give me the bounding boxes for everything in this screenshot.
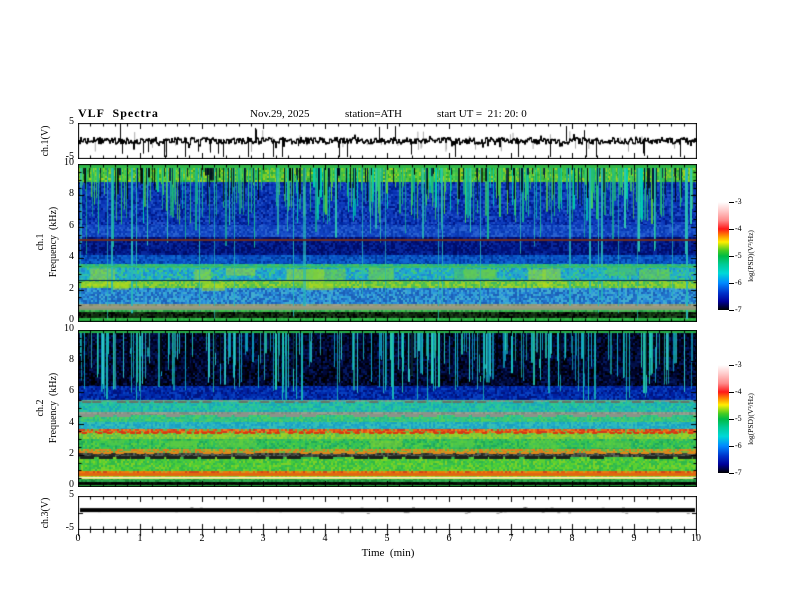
- colorbar-tick-label: -6: [735, 441, 742, 450]
- colorbar-tick: [729, 473, 734, 474]
- colorbar-tick-label: -4: [735, 387, 742, 396]
- colorbar-tick-label: -3: [735, 197, 742, 206]
- vlf-spectra-figure: VLF Spectra Nov.29, 2025 station=ATH sta…: [0, 0, 792, 612]
- colorbar-tick-label: -6: [735, 278, 742, 287]
- ch1-spec-tick-label: 4: [69, 251, 74, 262]
- ch1-spec-tick-label: 6: [69, 220, 74, 231]
- colorbar-tick-label: -4: [735, 224, 742, 233]
- ch2-spec-tick-label: 8: [69, 354, 74, 365]
- colorbar-ch1: [718, 202, 729, 310]
- ch1-waveform-panel: [78, 123, 697, 159]
- ch1-waveform-canvas: [78, 123, 697, 159]
- colorbar-tick-label: -5: [735, 251, 742, 260]
- ch3-wave-tick-label: 5: [69, 489, 74, 500]
- colorbar-ch2-unit: log(PSD)(V²/Hz): [746, 393, 755, 445]
- ch1-spectrogram-canvas: [78, 164, 697, 322]
- colorbar-tick: [729, 419, 734, 420]
- x-tick-label: 5: [384, 533, 390, 544]
- ch2-spectrogram-canvas: [78, 330, 697, 487]
- x-tick-label: 0: [75, 533, 81, 544]
- ch1-spectrogram-panel: [78, 164, 697, 322]
- ch1-spec-tick-label: 2: [69, 283, 74, 294]
- x-tick-label: 7: [508, 533, 514, 544]
- ch3-wave-tick-label: -5: [65, 522, 74, 533]
- ch1-wave-tick-label: 5: [69, 116, 74, 127]
- ch3-waveform-canvas: [78, 496, 697, 530]
- x-tick-label: 2: [199, 533, 205, 544]
- x-tick-label: 9: [631, 533, 637, 544]
- colorbar-ch2: [718, 365, 729, 473]
- colorbar-tick: [729, 310, 734, 311]
- figure-title: VLF Spectra: [78, 106, 159, 120]
- ch2-spectrogram-panel: [78, 330, 697, 487]
- colorbar-tick: [729, 446, 734, 447]
- ch1-spec-tick-label: 8: [69, 188, 74, 199]
- ch1-spec-tick-label: 10: [64, 157, 74, 168]
- date-label: Nov.29, 2025: [250, 108, 310, 120]
- colorbar-ch1-unit: log(PSD)(V²/Hz): [746, 230, 755, 282]
- start-ut-label: start UT = 21: 20: 0: [437, 108, 527, 120]
- x-tick-label: 3: [260, 533, 266, 544]
- x-tick-label: 1: [137, 533, 143, 544]
- colorbar-tick: [729, 365, 734, 366]
- colorbar-tick: [729, 256, 734, 257]
- colorbar-tick: [729, 283, 734, 284]
- x-tick-label: 8: [569, 533, 575, 544]
- colorbar-tick: [729, 202, 734, 203]
- ch2-spec-tick-label: 10: [64, 323, 74, 334]
- colorbar-tick: [729, 229, 734, 230]
- x-axis-title: Time (min): [361, 547, 415, 559]
- ch3-waveform-panel: [78, 496, 697, 530]
- ch2-spec-tick-label: 6: [69, 385, 74, 396]
- ch2-spec-tick-label: 2: [69, 448, 74, 459]
- x-tick-label: 4: [322, 533, 328, 544]
- colorbar-tick-label: -7: [735, 468, 742, 477]
- station-label: station=ATH: [345, 108, 402, 120]
- ch2-spec-tick-label: 4: [69, 417, 74, 428]
- colorbar-tick-label: -3: [735, 360, 742, 369]
- x-tick-label: 10: [691, 533, 701, 544]
- colorbar-tick: [729, 392, 734, 393]
- colorbar-tick-label: -5: [735, 414, 742, 423]
- colorbar-tick-label: -7: [735, 305, 742, 314]
- x-tick-label: 6: [446, 533, 452, 544]
